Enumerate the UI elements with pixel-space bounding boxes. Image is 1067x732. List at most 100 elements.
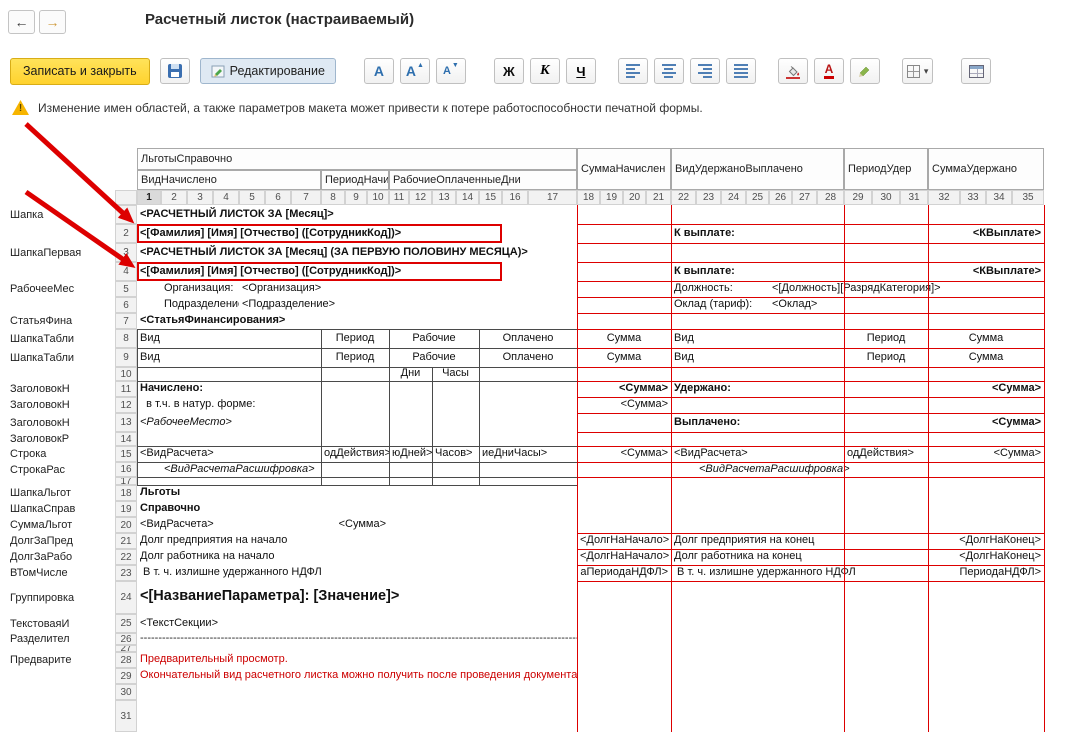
row-header[interactable]: 26 [115, 633, 137, 645]
row-area-name[interactable]: ШапкаТабли [8, 348, 115, 367]
grid-cell[interactable]: Организация: [161, 281, 239, 297]
grid-cell[interactable]: <Сумма> [928, 381, 1044, 397]
grid-cell[interactable]: Долг предприятия на конец [671, 533, 928, 549]
row-header[interactable]: 6 [115, 297, 137, 313]
row-header[interactable]: 8 [115, 329, 137, 348]
column-header[interactable]: 3 [187, 190, 213, 205]
column-header[interactable]: 20 [623, 190, 646, 205]
grid-cell[interactable]: <[Фамилия] [Имя] [Отчество] ([СотрудникК… [137, 262, 502, 281]
grid-cell[interactable]: <РабочееМесто> [137, 413, 389, 432]
column-header[interactable]: 5 [239, 190, 265, 205]
grid-cell[interactable]: К выплате: [671, 262, 844, 281]
row-header[interactable]: 29 [115, 668, 137, 684]
grid-cell[interactable]: <ВидРасчетаРасшифровка> [696, 462, 1044, 477]
grid-cell[interactable]: <РАСЧЕТНЫЙ ЛИСТОК ЗА [Месяц]> [137, 205, 577, 224]
font-color-button[interactable]: А [813, 58, 844, 84]
grid-cell[interactable]: Сумма [577, 348, 671, 367]
row-area-name[interactable]: Группировка [8, 581, 115, 614]
row-area-name[interactable]: ЗаголовокР [8, 432, 115, 446]
grid-cell[interactable]: Часов> [432, 446, 479, 462]
grid-cell[interactable]: <Оклад> [769, 297, 928, 313]
column-header[interactable]: 6 [265, 190, 291, 205]
grid-cell[interactable]: <ДолгНаНачало> [577, 549, 671, 565]
column-header[interactable]: 21 [646, 190, 671, 205]
column-area-name[interactable]: ВидУдержаноВыплачено [671, 148, 844, 190]
grid-cell[interactable]: Льготы [137, 485, 577, 501]
grid-cell[interactable]: аПериодаНДФЛ> [577, 565, 671, 581]
grid-cell[interactable]: Период [844, 348, 928, 367]
grid-cell[interactable]: <ТекстСекции> [137, 614, 577, 633]
row-area-name[interactable]: ЗаголовокН [8, 413, 115, 432]
row-area-name[interactable]: ДолгЗаПред [8, 533, 115, 549]
align-left-button[interactable] [617, 58, 648, 84]
row-area-name[interactable]: РабочееМес [8, 281, 115, 297]
column-area-name[interactable]: СуммаНачислен [577, 148, 671, 190]
align-right-button[interactable] [689, 58, 720, 84]
grid-cell[interactable]: <ДолгНаНачало> [577, 533, 671, 549]
cells-format-button[interactable] [961, 58, 992, 84]
row-area-name[interactable]: СтатьяФина [8, 313, 115, 329]
column-header[interactable]: 1 [137, 190, 161, 205]
grid-cell[interactable]: <ВидРасчета> [671, 446, 844, 462]
save-button[interactable] [159, 58, 190, 84]
grid-cell[interactable]: иеДниЧасы> [479, 446, 577, 462]
align-center-button[interactable] [653, 58, 684, 84]
row-header[interactable]: 4 [115, 262, 137, 281]
row-area-name[interactable]: Шапка [8, 205, 115, 224]
row-header[interactable]: 27 [115, 645, 137, 652]
column-header[interactable]: 35 [1012, 190, 1044, 205]
row-area-name[interactable]: Предварите [8, 652, 115, 668]
grid-cell[interactable]: К выплате: [671, 224, 844, 243]
row-header[interactable]: 11 [115, 381, 137, 397]
grid-cell[interactable]: <ДолгНаКонец> [928, 533, 1044, 549]
grid-cell[interactable]: Подразделение: [161, 297, 239, 313]
grid-cell[interactable]: В т. ч. излишне удержанного НДФЛ [137, 565, 577, 581]
column-area-name[interactable]: ВидНачислено [137, 170, 321, 190]
grid-cell[interactable]: Начислено: [137, 381, 321, 397]
row-header[interactable]: 7 [115, 313, 137, 329]
column-header[interactable]: 14 [456, 190, 479, 205]
grid-cell[interactable]: <КВыплате> [928, 224, 1044, 243]
row-header[interactable]: 9 [115, 348, 137, 367]
row-header[interactable]: 23 [115, 565, 137, 581]
grid-cell[interactable]: Период [321, 348, 389, 367]
column-header[interactable]: 8 [321, 190, 345, 205]
row-header[interactable]: 17 [115, 477, 137, 485]
grid-cell[interactable]: Сумма [928, 348, 1044, 367]
font-decrease-button[interactable]: А ▼ [435, 58, 466, 84]
grid-cell[interactable]: <Подразделение> [239, 297, 577, 313]
row-area-name[interactable]: ЗаголовокН [8, 397, 115, 413]
grid-cell[interactable]: <Сумма> [928, 413, 1044, 432]
row-header[interactable]: 12 [115, 397, 137, 413]
grid-cell[interactable]: Оклад (тариф): [671, 297, 769, 313]
grid-cell[interactable]: <Сумма> [321, 517, 389, 533]
column-header[interactable]: 12 [409, 190, 432, 205]
grid-cell[interactable]: юДней> [389, 446, 432, 462]
font-increase-button[interactable]: А ▲ [399, 58, 430, 84]
column-area-name[interactable]: РабочиеОплаченныеДни [389, 170, 577, 190]
row-area-name[interactable]: ШапкаПервая [8, 243, 115, 262]
font-button[interactable]: А [363, 58, 394, 84]
row-header[interactable]: 16 [115, 462, 137, 477]
italic-button[interactable]: К [529, 58, 560, 84]
column-header[interactable]: 34 [986, 190, 1012, 205]
grid-cell[interactable]: Справочно [137, 501, 577, 517]
column-header[interactable]: 4 [213, 190, 239, 205]
grid-cell[interactable]: <КВыплате> [928, 262, 1044, 281]
column-header[interactable]: 24 [721, 190, 746, 205]
row-area-name[interactable]: Строка [8, 446, 115, 462]
column-header[interactable]: 27 [792, 190, 817, 205]
row-header[interactable]: 20 [115, 517, 137, 533]
row-header[interactable]: 28 [115, 652, 137, 668]
row-header[interactable]: 25 [115, 614, 137, 633]
grid-cell[interactable]: Вид [671, 348, 844, 367]
row-header[interactable]: 5 [115, 281, 137, 297]
edit-mode-button[interactable]: Редактирование [199, 58, 336, 84]
row-area-name[interactable]: ШапкаСправ [8, 501, 115, 517]
column-area-name[interactable]: СуммаУдержано [928, 148, 1044, 190]
column-header[interactable]: 10 [367, 190, 389, 205]
grid-cell[interactable]: Оплачено [479, 348, 577, 367]
row-header[interactable]: 22 [115, 549, 137, 565]
align-justify-button[interactable] [725, 58, 756, 84]
back-button[interactable]: ← [8, 10, 35, 34]
